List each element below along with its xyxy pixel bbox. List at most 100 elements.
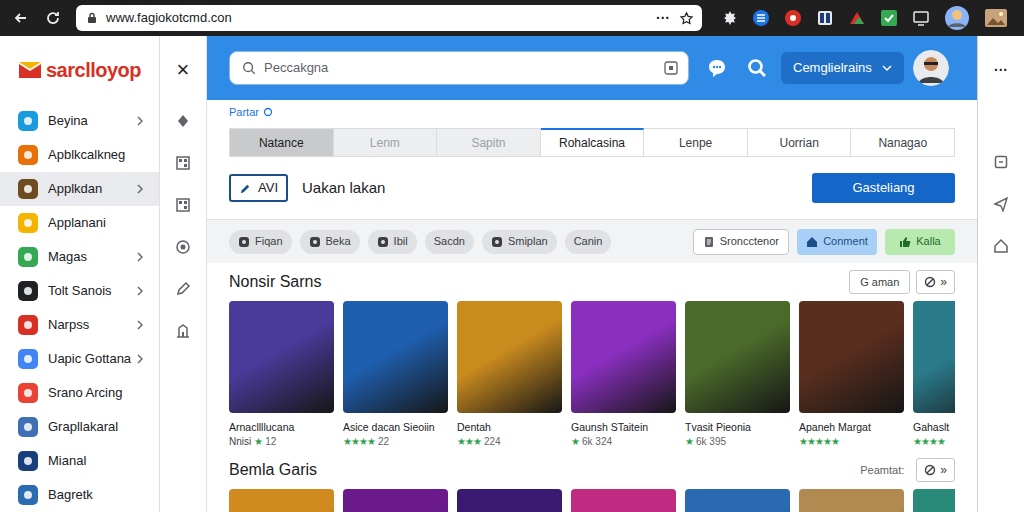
user-avatar-icon[interactable] <box>913 50 949 86</box>
filter-chip[interactable]: Smiplan <box>482 230 557 254</box>
game-art[interactable] <box>571 301 676 413</box>
game-art[interactable] <box>571 489 676 512</box>
chip-label[interactable]: Fiqan <box>255 233 283 250</box>
game-art[interactable] <box>913 301 955 413</box>
primary-button[interactable]: Gasteliang <box>812 173 955 203</box>
sidebar-label[interactable]: Apblkcalkneg <box>48 145 125 165</box>
url-text[interactable]: www.fagiokotcmd.con <box>106 8 648 28</box>
tool-button[interactable]: AVI <box>229 174 288 202</box>
game-card[interactable] <box>343 489 448 512</box>
chip-label[interactable]: Canin <box>574 233 603 250</box>
tab[interactable]: Uorrian <box>748 128 852 157</box>
game-card[interactable]: Gaunsh STaitein★6k 324 <box>571 301 676 449</box>
sidebar-label[interactable]: Applkdan <box>48 179 125 199</box>
game-art[interactable] <box>799 489 904 512</box>
filter-button-label[interactable]: Kalla <box>916 233 940 250</box>
sidebar-label[interactable]: Uapic Gottana <box>48 349 125 369</box>
grid-icon[interactable] <box>174 154 192 172</box>
swirl-icon[interactable] <box>174 238 192 256</box>
address-bar[interactable]: www.fagiokotcmd.con ··· <box>76 5 702 31</box>
sidebar-label[interactable]: Tolt Sanois <box>48 281 125 301</box>
game-title[interactable]: Gaunsh STaitein <box>571 420 676 434</box>
game-art[interactable] <box>685 489 790 512</box>
filter-button[interactable]: Sroncctenor <box>693 229 789 255</box>
account-dropdown[interactable]: Cemglielrains <box>781 52 904 84</box>
game-card[interactable] <box>799 489 904 512</box>
reload-icon[interactable] <box>44 9 62 27</box>
sidebar-item[interactable]: Uapic Gottana <box>0 342 159 376</box>
sidebar-item[interactable]: Mianal <box>0 444 159 478</box>
tab[interactable]: Nanagao <box>851 128 955 157</box>
green-extension-icon[interactable] <box>880 9 898 27</box>
sidebar-label[interactable]: Narpss <box>48 315 125 335</box>
screen-icon[interactable] <box>912 9 930 27</box>
game-title[interactable]: Gahaslt <box>913 420 955 434</box>
logo[interactable]: sarclloyop <box>0 36 159 104</box>
home-icon[interactable] <box>993 238 1009 254</box>
more-button[interactable]: » <box>916 458 955 482</box>
game-card[interactable]: Tvasit Pieonia★6k 395 <box>685 301 790 449</box>
sidebar-label[interactable]: Bagretk <box>48 485 125 505</box>
game-card[interactable]: Gahaslt★★★★ <box>913 301 955 449</box>
picture-icon[interactable] <box>984 8 1008 28</box>
page-menu[interactable]: ··· <box>656 11 670 25</box>
sidebar-item[interactable]: Srano Arcing <box>0 376 159 410</box>
sidebar-item[interactable]: Narpss <box>0 308 159 342</box>
settings-gear-icon[interactable] <box>722 10 738 26</box>
game-title[interactable]: Asice dacan Sieoiin <box>343 420 448 434</box>
account-name[interactable]: Cemglielrains <box>793 58 872 78</box>
sort-button[interactable]: G aman <box>849 270 910 294</box>
sidebar-label[interactable]: Beyina <box>48 111 125 131</box>
tab[interactable]: Lenpe <box>644 128 748 157</box>
game-card[interactable]: Asice dacan Sieoiin★★★★22 <box>343 301 448 449</box>
filter-chip[interactable]: Sacdn <box>425 230 474 254</box>
game-art[interactable] <box>457 301 562 413</box>
diamond-icon[interactable] <box>174 112 192 130</box>
game-card[interactable] <box>229 489 334 512</box>
scan-icon[interactable] <box>664 61 678 75</box>
sidebar-label[interactable]: Grapllakaral <box>48 417 125 437</box>
sidebar-item[interactable]: Magas <box>0 240 159 274</box>
game-art[interactable] <box>229 301 334 413</box>
chip-label[interactable]: Smiplan <box>508 233 548 250</box>
profile-avatar-icon[interactable] <box>944 5 970 31</box>
game-title[interactable]: Apaneh Margat <box>799 420 904 434</box>
game-title[interactable]: Dentah <box>457 420 562 434</box>
chip-label[interactable]: Beka <box>326 233 351 250</box>
grid-icon[interactable] <box>174 196 192 214</box>
breadcrumb-link[interactable]: Partar <box>229 104 259 121</box>
chat-icon[interactable] <box>705 56 729 80</box>
filter-chip[interactable]: Fiqan <box>229 230 292 254</box>
filter-chip[interactable]: Ibil <box>368 230 417 254</box>
game-card[interactable]: Apaneh Margat★★★★★ <box>799 301 904 449</box>
bookmark-star-icon[interactable] <box>678 10 694 26</box>
game-card[interactable]: Dentah★★★224 <box>457 301 562 449</box>
more-button[interactable]: » <box>916 270 955 294</box>
blue-extension-icon[interactable] <box>752 9 770 27</box>
sidebar-label[interactable]: Srano Arcing <box>48 383 125 403</box>
chip-label[interactable]: Ibil <box>394 233 408 250</box>
sidebar-label[interactable]: Mianal <box>48 451 125 471</box>
send-icon[interactable] <box>993 196 1009 212</box>
logo-text[interactable]: sarclloyop <box>46 55 141 85</box>
sidebar-label[interactable]: Magas <box>48 247 125 267</box>
mountain-extension-icon[interactable] <box>848 9 866 27</box>
more-menu[interactable]: ··· <box>994 63 1008 77</box>
red-extension-icon[interactable] <box>784 9 802 27</box>
search-input[interactable] <box>264 58 656 78</box>
game-art[interactable] <box>799 301 904 413</box>
filter-button-label[interactable]: Sroncctenor <box>720 233 779 250</box>
game-art[interactable] <box>343 301 448 413</box>
tool-label[interactable]: AVI <box>258 178 278 198</box>
filter-chip[interactable]: Canin <box>565 230 612 254</box>
close-button[interactable]: × <box>177 59 190 81</box>
book-extension-icon[interactable] <box>816 9 834 27</box>
search-field[interactable] <box>229 51 689 85</box>
pencil-icon[interactable] <box>174 280 192 298</box>
game-card[interactable] <box>685 489 790 512</box>
filter-button[interactable]: Kalla <box>885 229 955 255</box>
filter-button-label[interactable]: Conment <box>823 233 868 250</box>
game-art[interactable] <box>685 301 790 413</box>
chip-label[interactable]: Sacdn <box>434 233 465 250</box>
sidebar-item[interactable]: Apblkcalkneg <box>0 138 159 172</box>
